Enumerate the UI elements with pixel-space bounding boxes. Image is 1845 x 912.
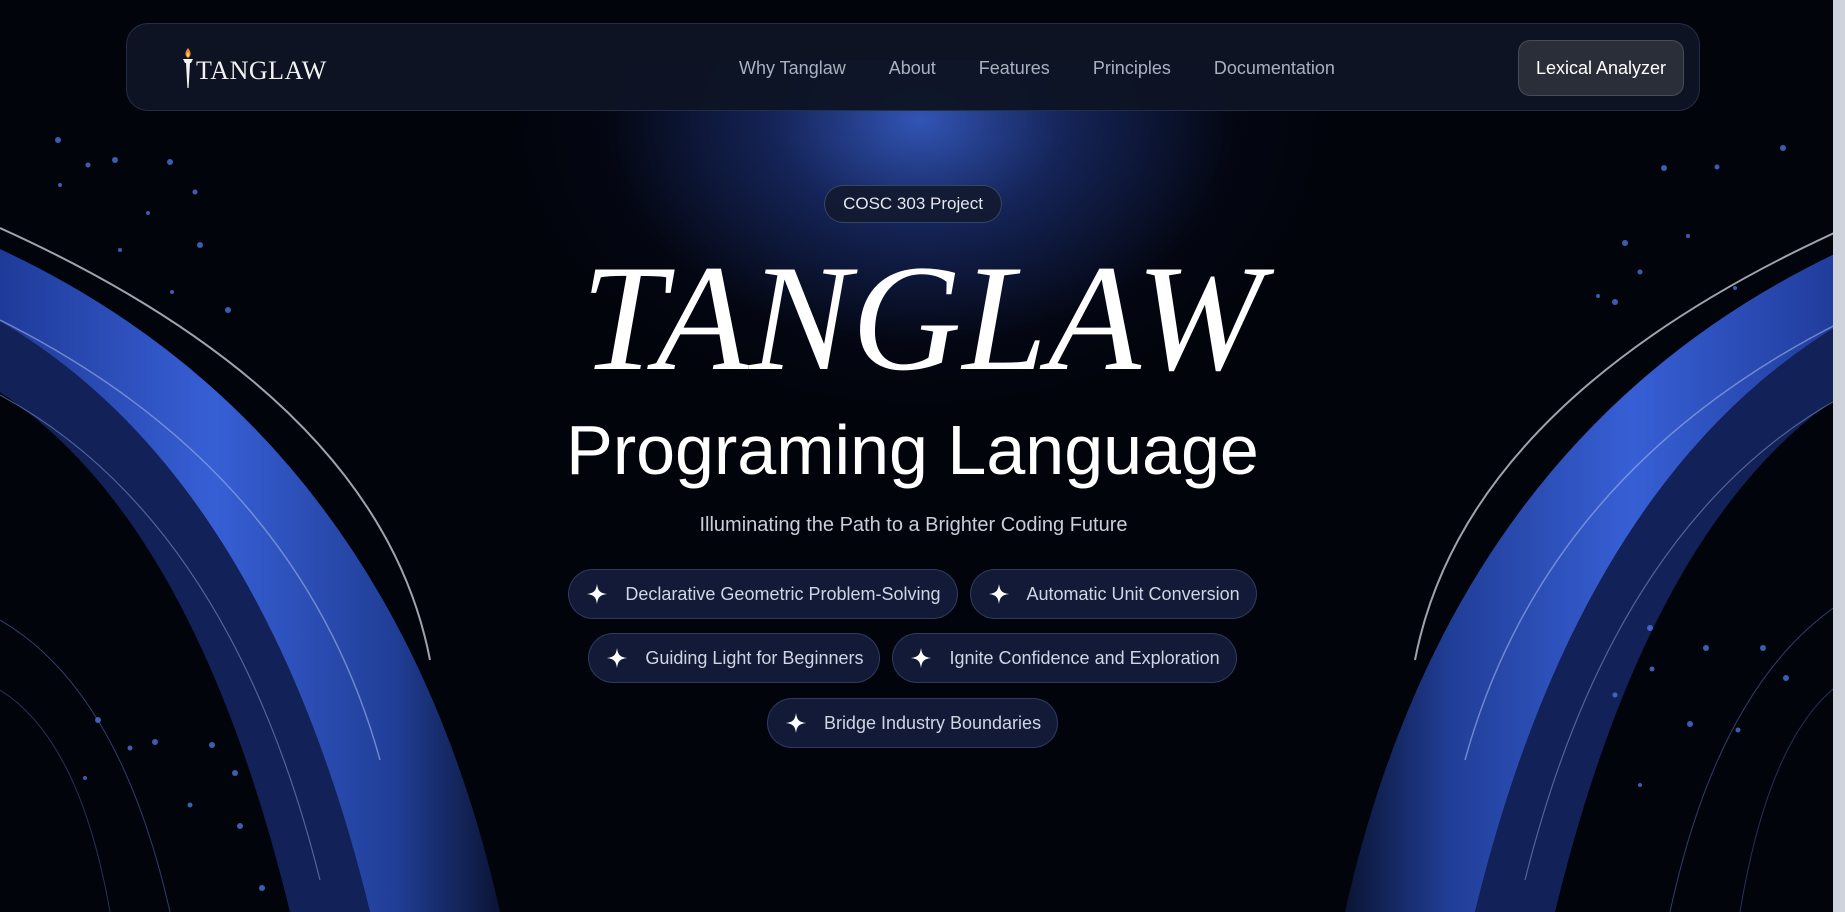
- feature-chip-label: Declarative Geometric Problem-Solving: [625, 583, 941, 604]
- feature-chip-confidence[interactable]: Ignite Confidence and Exploration: [892, 633, 1237, 683]
- sparkle-icon: [988, 584, 1009, 604]
- nav-link-documentation[interactable]: Documentation: [1214, 58, 1335, 79]
- logo-text: TANGLAW: [196, 56, 327, 85]
- project-badge: COSC 303 Project: [824, 185, 1002, 223]
- sparkle-icon: [911, 648, 932, 668]
- feature-chip-unit-conversion[interactable]: Automatic Unit Conversion: [969, 569, 1257, 619]
- feature-chip-label: Guiding Light for Beginners: [645, 647, 864, 668]
- feature-chip-industry[interactable]: Bridge Industry Boundaries: [766, 698, 1059, 748]
- feature-chip-beginners[interactable]: Guiding Light for Beginners: [588, 633, 881, 683]
- top-navbar: TANGLAW Why Tanglaw About Features Princ…: [126, 23, 1700, 111]
- nav-link-about[interactable]: About: [889, 58, 936, 79]
- hero-title: TANGLAW: [581, 234, 1264, 402]
- torch-icon: [181, 47, 195, 89]
- nav-link-features[interactable]: Features: [979, 58, 1050, 79]
- nav-link-why-tanglaw[interactable]: Why Tanglaw: [739, 58, 846, 79]
- nav-link-principles[interactable]: Principles: [1093, 58, 1171, 79]
- feature-row-1: Declarative Geometric Problem-Solving Au…: [0, 569, 1825, 619]
- hero-subtitle: Programing Language: [566, 411, 1259, 489]
- feature-chip-geometric[interactable]: Declarative Geometric Problem-Solving: [568, 569, 958, 619]
- landing-page: TANGLAW Why Tanglaw About Features Princ…: [0, 0, 1845, 912]
- sparkle-icon: [587, 584, 608, 604]
- lexical-analyzer-button[interactable]: Lexical Analyzer: [1518, 40, 1684, 96]
- feature-row-2: Guiding Light for Beginners Ignite Confi…: [0, 633, 1825, 683]
- sparkle-icon: [785, 713, 806, 733]
- feature-chip-label: Ignite Confidence and Exploration: [949, 647, 1220, 668]
- feature-row-3: Bridge Industry Boundaries: [0, 698, 1825, 748]
- hero-tagline: Illuminating the Path to a Brighter Codi…: [699, 514, 1128, 536]
- feature-chip-label: Automatic Unit Conversion: [1026, 583, 1240, 604]
- site-logo[interactable]: TANGLAW: [181, 38, 327, 98]
- sparkle-icon: [607, 648, 628, 668]
- nav-links: Why Tanglaw About Features Principles Do…: [739, 24, 1378, 112]
- scrollbar-edge: [1833, 0, 1845, 912]
- feature-chip-label: Bridge Industry Boundaries: [823, 712, 1042, 733]
